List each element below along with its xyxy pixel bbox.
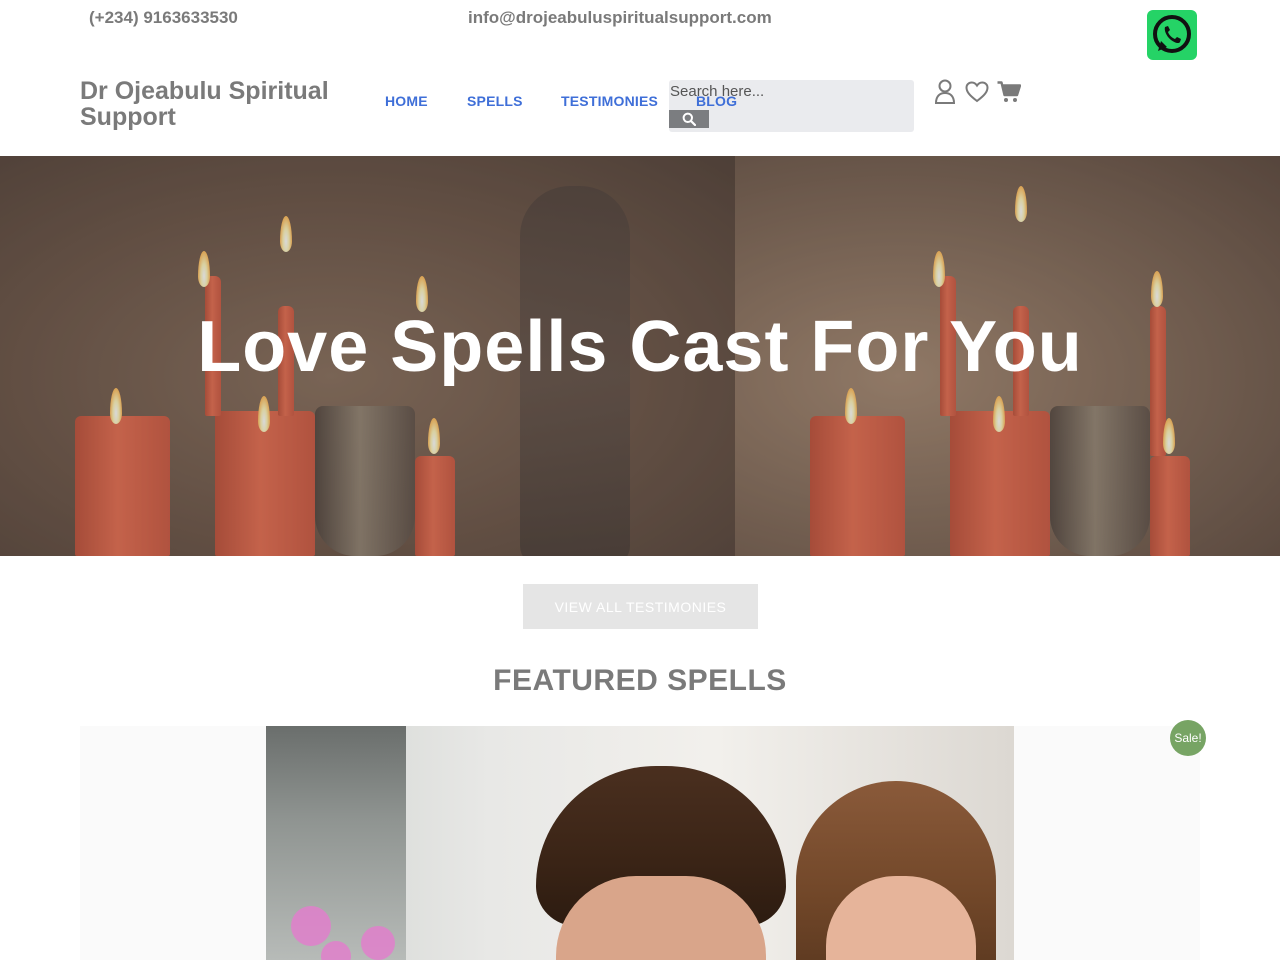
whatsapp-button[interactable]: [1147, 10, 1197, 60]
cart-button[interactable]: [997, 79, 1021, 105]
hero-banner: Love Spells Cast For You: [0, 156, 1280, 556]
account-button[interactable]: [934, 79, 956, 105]
nav-blog[interactable]: BLOG: [696, 93, 737, 109]
featured-spells-heading: FEATURED SPELLS: [493, 664, 787, 697]
product-image[interactable]: [80, 726, 1200, 960]
page: (+234) 9163633530 info@drojeabuluspiritu…: [0, 0, 1280, 960]
search-button[interactable]: [669, 110, 709, 128]
nav-spells[interactable]: SPELLS: [467, 93, 523, 109]
user-icon: [934, 79, 956, 104]
contact-phone[interactable]: (+234) 9163633530: [89, 8, 238, 28]
contact-email[interactable]: info@drojeabuluspiritualsupport.com: [468, 8, 772, 28]
wishlist-button[interactable]: [965, 79, 989, 105]
nav-home[interactable]: HOME: [385, 93, 428, 109]
heart-icon: [965, 81, 989, 103]
sale-badge: Sale!: [1170, 720, 1206, 756]
nav-testimonies[interactable]: TESTIMONIES: [561, 93, 658, 109]
view-all-testimonies-button[interactable]: VIEW ALL TESTIMONIES: [523, 584, 758, 629]
whatsapp-icon: [1153, 15, 1191, 53]
site-title[interactable]: Dr Ojeabulu Spiritual Support: [80, 78, 370, 130]
hero-title: Love Spells Cast For You: [197, 307, 1083, 387]
cart-icon: [997, 81, 1021, 102]
search-icon: [682, 112, 696, 126]
